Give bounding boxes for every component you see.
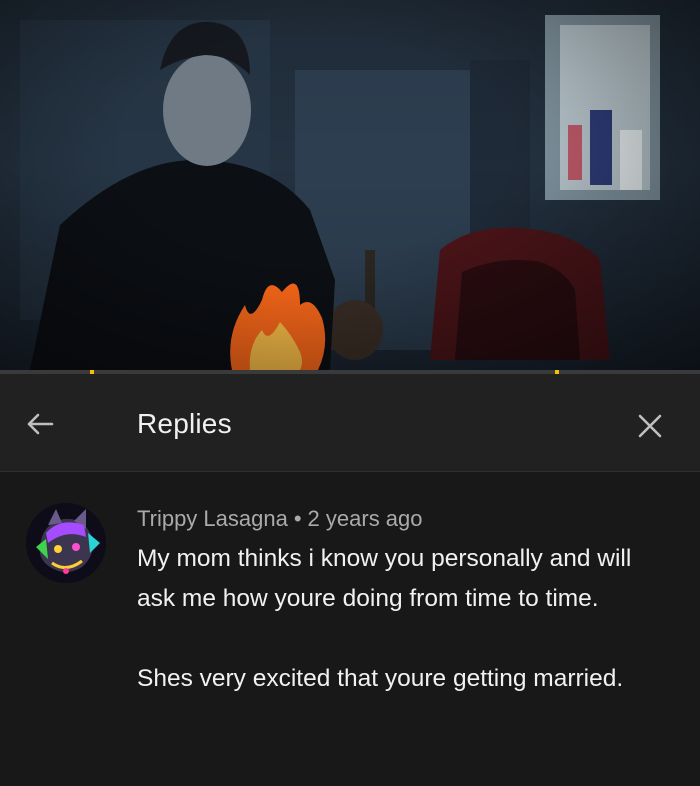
- video-player[interactable]: [0, 0, 700, 370]
- meta-separator: •: [293, 506, 302, 531]
- video-vignette: [0, 0, 700, 370]
- comment-paragraph: My mom thinks i know you personally and …: [137, 545, 632, 612]
- replies-header: Replies: [0, 374, 700, 472]
- close-icon: [638, 414, 662, 438]
- comment-thread: Trippy Lasagna • 2 years ago My mom thinks…: [0, 473, 700, 786]
- avatar[interactable]: [26, 503, 106, 583]
- comment-timestamp: 2 years ago: [307, 506, 423, 531]
- comment-text: My mom thinks i know you personally and …: [137, 539, 667, 699]
- page-title: Replies: [137, 408, 232, 439]
- comment-author[interactable]: Trippy Lasagna: [137, 506, 288, 531]
- comment-paragraph: Shes very excited that youre getting mar…: [137, 665, 624, 692]
- arrow-left-icon: [27, 413, 54, 435]
- close-button[interactable]: [628, 404, 672, 448]
- avatar-image: [26, 503, 106, 583]
- back-button[interactable]: [20, 404, 60, 444]
- comment-meta: Trippy Lasagna • 2 years ago: [137, 506, 423, 532]
